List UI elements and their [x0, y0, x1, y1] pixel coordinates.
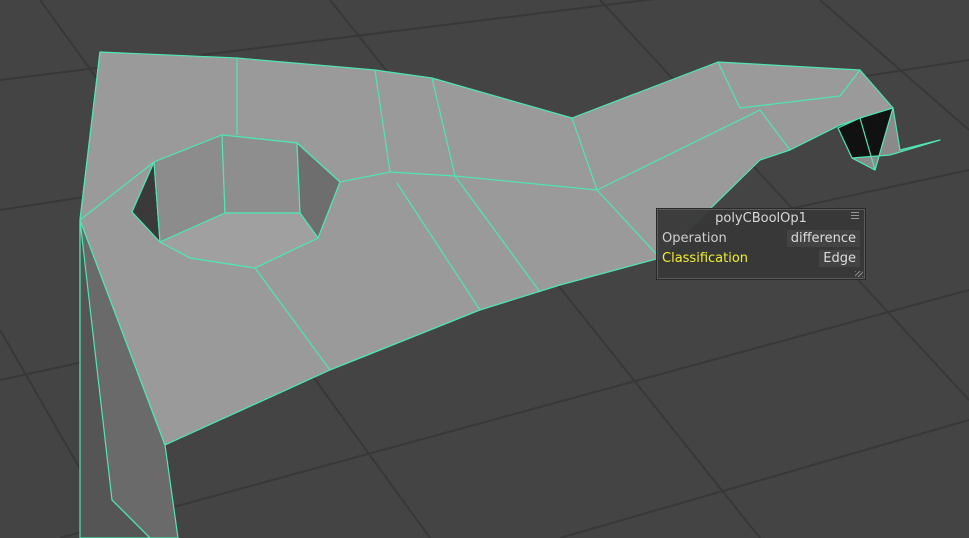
hud-label-classification: Classification: [662, 251, 749, 266]
menu-icon[interactable]: [851, 212, 859, 221]
hud-value-operation[interactable]: difference: [786, 230, 860, 247]
hud-row-operation[interactable]: Operation difference: [657, 230, 865, 250]
hud-value-classification[interactable]: Edge: [819, 250, 860, 267]
hud-row-classification[interactable]: Classification Edge: [657, 250, 865, 270]
hud-label-operation: Operation: [662, 231, 727, 246]
hud-panel-polycboolop[interactable]: polyCBoolOp1 Operation difference Classi…: [656, 208, 866, 280]
hud-title: polyCBoolOp1: [715, 211, 807, 226]
resize-grip-icon[interactable]: [855, 271, 863, 277]
